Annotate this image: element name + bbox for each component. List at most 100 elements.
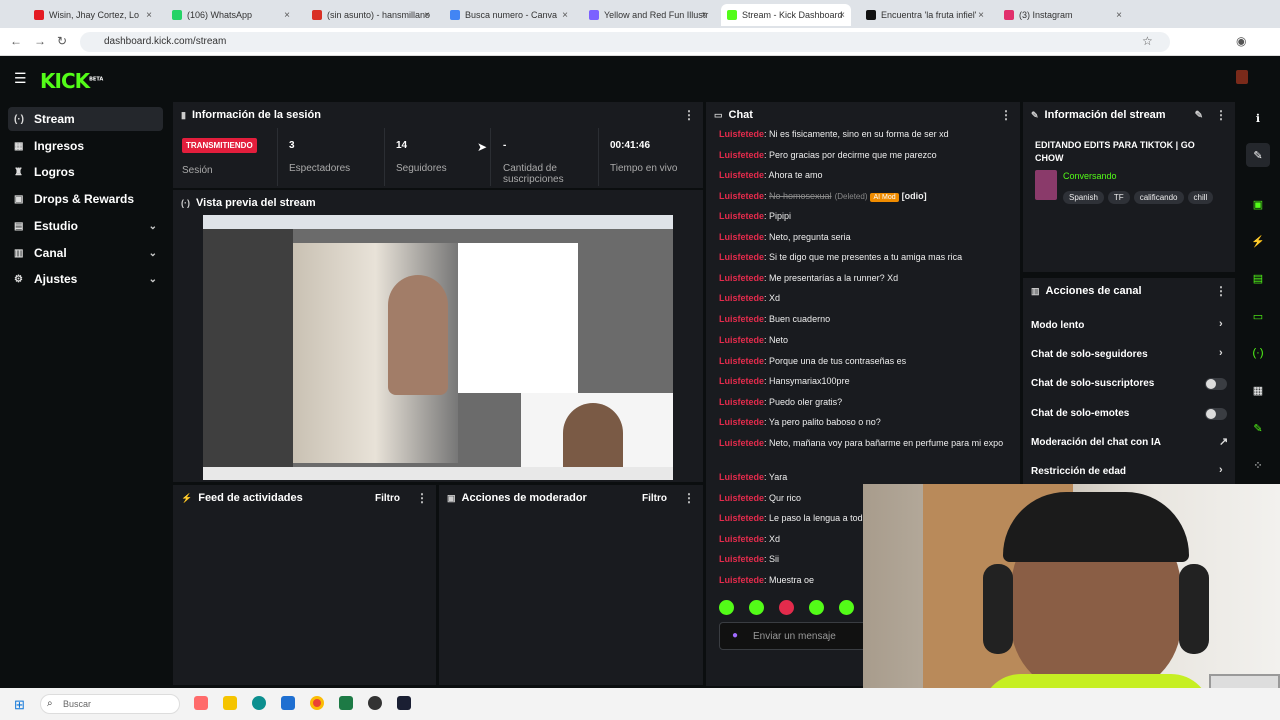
mod-menu-icon[interactable]: ⋮ [683, 491, 695, 505]
channel-action-restricci-n-de-edad[interactable]: Restricción de edad › [1031, 464, 1231, 477]
chrome-icon[interactable] [310, 696, 324, 710]
chat-username[interactable]: Luisfetede [719, 335, 764, 345]
stream-tag[interactable]: Spanish [1063, 191, 1104, 204]
edit-icon[interactable]: ✎ [1195, 110, 1203, 121]
activity-menu-icon[interactable]: ⋮ [416, 491, 428, 505]
windows-start-icon[interactable]: ⊞ [14, 697, 25, 713]
external-link-icon[interactable]: ↗ [1219, 435, 1228, 448]
emote-icon[interactable] [719, 600, 734, 615]
stream-preview-video[interactable] [203, 215, 673, 480]
emote-icon[interactable] [809, 600, 824, 615]
sidebar-item-stream[interactable]: (·) Stream [8, 107, 163, 131]
chat-username[interactable]: Luisfetede [719, 376, 764, 386]
toggle-switch[interactable] [1205, 378, 1227, 390]
sidebar-item-estudio[interactable]: ▤ Estudio ⌄ [8, 214, 163, 238]
info-icon[interactable]: ℹ [1246, 106, 1270, 130]
emote-icon[interactable] [779, 600, 794, 615]
browser-tab[interactable]: Encuentra 'la fruta infiel' × [860, 4, 990, 26]
session-menu-icon[interactable]: ⋮ [683, 108, 695, 122]
chat-username[interactable]: Luisfetede [719, 252, 764, 262]
close-icon[interactable]: × [284, 10, 290, 21]
document-icon[interactable]: ▤ [1246, 266, 1270, 290]
close-icon[interactable]: × [839, 10, 845, 21]
chat-username[interactable]: Luisfetede [719, 554, 764, 564]
close-icon[interactable]: × [424, 10, 430, 21]
stream-tag[interactable]: TF [1107, 191, 1130, 204]
close-icon[interactable]: × [146, 10, 152, 21]
chat-username[interactable]: Luisfetede [719, 417, 764, 427]
reload-icon[interactable]: ↻ [57, 34, 67, 48]
pencil-icon[interactable]: ✎ [1246, 143, 1270, 167]
chat-username[interactable]: Luisfetede [719, 170, 764, 180]
menu-icon[interactable]: ☰ [14, 70, 27, 87]
chevron-down-icon[interactable]: ⌄ [149, 248, 157, 259]
activity-filter-button[interactable]: Filtro [375, 493, 400, 504]
chat-username[interactable]: Luisfetede [719, 472, 764, 482]
chat-username[interactable]: Luisfetede [719, 273, 764, 283]
file-explorer-icon[interactable] [223, 696, 237, 710]
channel-action-chat-de-solo-suscriptores[interactable]: Chat de solo-suscriptores [1031, 378, 1231, 389]
close-icon[interactable]: × [978, 10, 984, 21]
toggle-switch[interactable] [1205, 408, 1227, 420]
chat-username[interactable]: Luisfetede [719, 293, 764, 303]
chat-username[interactable]: Luisfetede [719, 211, 764, 221]
browser-tab[interactable]: (106) WhatsApp × [166, 4, 296, 26]
close-icon[interactable]: × [1116, 10, 1122, 21]
emote-icon[interactable] [749, 600, 764, 615]
close-icon[interactable]: × [562, 10, 568, 21]
chat-username[interactable]: Luisfetede [719, 575, 764, 585]
chat-username[interactable]: Luisfetede [719, 150, 764, 160]
category-name[interactable]: Conversando [1063, 171, 1117, 181]
mod-filter-button[interactable]: Filtro [642, 493, 667, 504]
sidebar-item-drops-rewards[interactable]: ▣ Drops & Rewards [8, 187, 163, 211]
excel-icon[interactable] [339, 696, 353, 710]
profile-icon[interactable]: ◉ [1236, 34, 1246, 48]
microphone-icon[interactable]: ● [732, 630, 738, 641]
forward-icon[interactable]: → [34, 34, 46, 48]
sidebar-item-canal[interactable]: ▥ Canal ⌄ [8, 241, 163, 265]
edge-icon[interactable] [252, 696, 266, 710]
copilot-icon[interactable] [194, 696, 208, 710]
crop-icon[interactable]: ▣ [1246, 192, 1270, 216]
browser-tab[interactable]: Stream - Kick Dashboard × [721, 4, 851, 26]
browser-tab[interactable]: Wisin, Jhay Cortez, Lo × [28, 4, 158, 26]
chat-username[interactable]: Luisfetede [719, 356, 764, 366]
channel-action-chat-de-solo-seguidores[interactable]: Chat de solo-seguidores › [1031, 347, 1231, 360]
back-icon[interactable]: ← [10, 34, 22, 48]
chevron-right-icon[interactable]: › [1219, 347, 1223, 359]
user-avatar[interactable] [1236, 70, 1248, 84]
stream-tag[interactable]: calificando [1133, 191, 1184, 204]
url-field[interactable]: dashboard.kick.com/stream [80, 32, 1170, 52]
kick-logo[interactable]: KICKBETA [40, 69, 103, 93]
chevron-down-icon[interactable]: ⌄ [149, 221, 157, 232]
layout-icon[interactable]: ▦ [1246, 378, 1270, 402]
davinci-icon[interactable] [368, 696, 382, 710]
app-icon[interactable] [397, 696, 411, 710]
bookmark-star-icon[interactable]: ☆ [1142, 34, 1153, 48]
taskbar-search[interactable]: ⌕ Buscar [40, 694, 180, 714]
chevron-down-icon[interactable]: ⌄ [149, 274, 157, 285]
wrench-icon[interactable]: ✎ [1246, 416, 1270, 440]
chat-username[interactable]: Luisfetede [719, 397, 764, 407]
chat-icon[interactable]: ▭ [1246, 304, 1270, 328]
channel-actions-menu-icon[interactable]: ⋮ [1215, 284, 1227, 298]
chat-username[interactable]: Luisfetede [719, 438, 764, 448]
chat-username[interactable]: Luisfetede [719, 191, 764, 201]
browser-tab[interactable]: (3) Instagram × [998, 4, 1128, 26]
chat-username[interactable]: Luisfetede [719, 534, 764, 544]
sidebar-item-ajustes[interactable]: ⚙ Ajustes ⌄ [8, 267, 163, 291]
sidebar-item-logros[interactable]: ♜ Logros [8, 160, 163, 184]
chat-menu-icon[interactable]: ⋮ [1000, 108, 1012, 122]
channel-action-chat-de-solo-emotes[interactable]: Chat de solo-emotes [1031, 408, 1231, 419]
lightning-icon[interactable]: ⚡ [1246, 229, 1270, 253]
sidebar-item-ingresos[interactable]: ▦ Ingresos [8, 134, 163, 158]
channel-action-modo-lento[interactable]: Modo lento › [1031, 318, 1231, 331]
browser-tab[interactable]: (sin asunto) - hansmillano × [306, 4, 436, 26]
stream-tag[interactable]: chill [1187, 191, 1214, 204]
channel-action-moderaci-n-del-chat-con-ia[interactable]: Moderación del chat con IA ↗ [1031, 435, 1231, 448]
broadcast-icon[interactable]: (·) [1246, 341, 1270, 365]
store-icon[interactable] [281, 696, 295, 710]
emote-icon[interactable] [839, 600, 854, 615]
stream-info-menu-icon[interactable]: ⋮ [1215, 108, 1227, 122]
chevron-right-icon[interactable]: › [1219, 464, 1223, 476]
